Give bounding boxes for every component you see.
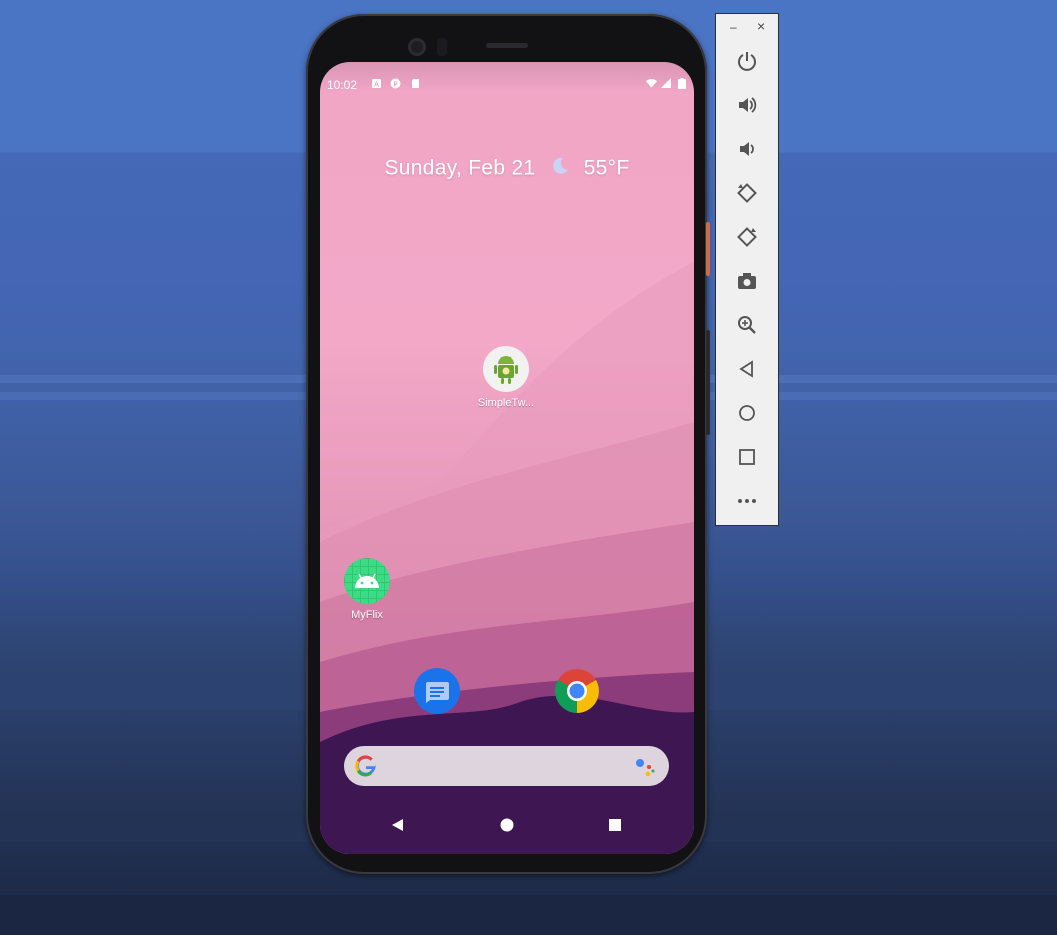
- back-triangle-icon: [739, 360, 753, 378]
- google-g-icon: [355, 755, 376, 777]
- phone-power-key: [706, 222, 710, 276]
- notification-a-icon: A: [372, 79, 381, 89]
- earpiece-speaker: [486, 43, 528, 48]
- overview-button[interactable]: [732, 442, 762, 472]
- back-button[interactable]: [732, 354, 762, 384]
- minimize-button[interactable]: –: [730, 20, 737, 34]
- date-weather-widget[interactable]: Sunday, Feb 21 55°F: [320, 156, 694, 182]
- rotate-left-button[interactable]: [732, 178, 762, 208]
- android-robot-icon: [483, 346, 529, 392]
- screenshot-button[interactable]: [732, 266, 762, 296]
- front-camera: [408, 38, 426, 56]
- battery-icon: [678, 78, 686, 89]
- recents-icon[interactable]: [608, 818, 622, 832]
- phone-screen[interactable]: 10:02 A P Sunday, Feb 21 55°F SimpleTw..…: [320, 62, 694, 854]
- notification-p-icon: P: [390, 78, 401, 89]
- volume-down-icon: [740, 142, 754, 156]
- rotate-right-button[interactable]: [732, 222, 762, 252]
- sensor: [437, 38, 447, 56]
- chrome-icon[interactable]: [554, 668, 600, 714]
- google-search-bar[interactable]: [344, 746, 669, 786]
- sd-card-icon: [412, 79, 419, 88]
- app-simpletweet[interactable]: SimpleTw...: [473, 346, 539, 409]
- desktop-band: [0, 895, 1057, 935]
- temperature-text: 55°F: [583, 156, 630, 180]
- zoom-button[interactable]: [732, 310, 762, 340]
- more-button[interactable]: [732, 486, 762, 516]
- power-button[interactable]: [732, 46, 762, 76]
- google-assistant-icon[interactable]: [634, 756, 656, 778]
- close-button[interactable]: ×: [757, 18, 765, 34]
- status-bar: 10:02 A P: [320, 62, 694, 106]
- back-icon[interactable]: [390, 818, 404, 832]
- home-button[interactable]: [732, 398, 762, 428]
- zoom-icon: [738, 316, 756, 334]
- app-label: MyFlix: [351, 609, 383, 621]
- volume-up-icon: [739, 97, 757, 113]
- camera-icon: [738, 273, 756, 289]
- phone-volume-key: [706, 330, 710, 435]
- moon-icon: [550, 156, 570, 182]
- home-icon[interactable]: [500, 818, 514, 832]
- more-dots-icon: [738, 499, 756, 503]
- volume-up-button[interactable]: [732, 90, 762, 120]
- volume-down-button[interactable]: [732, 134, 762, 164]
- app-myflix[interactable]: MyFlix: [334, 558, 400, 621]
- rotate-left-icon: [737, 183, 757, 203]
- android-head-icon: [344, 558, 390, 604]
- wifi-icon: [646, 78, 657, 88]
- app-label: SimpleTw...: [477, 397, 535, 409]
- rotate-right-icon: [737, 227, 757, 247]
- messages-icon[interactable]: [414, 668, 460, 714]
- signal-icon: [661, 78, 671, 88]
- overview-square-icon: [739, 449, 755, 465]
- svg-text:A: A: [374, 81, 379, 89]
- home-circle-icon: [739, 405, 755, 421]
- svg-text:P: P: [393, 81, 397, 89]
- emulator-controls-panel: – ×: [715, 13, 779, 526]
- status-time: 10:02: [327, 78, 358, 92]
- date-text: Sunday, Feb 21: [384, 156, 536, 180]
- power-icon: [738, 52, 756, 71]
